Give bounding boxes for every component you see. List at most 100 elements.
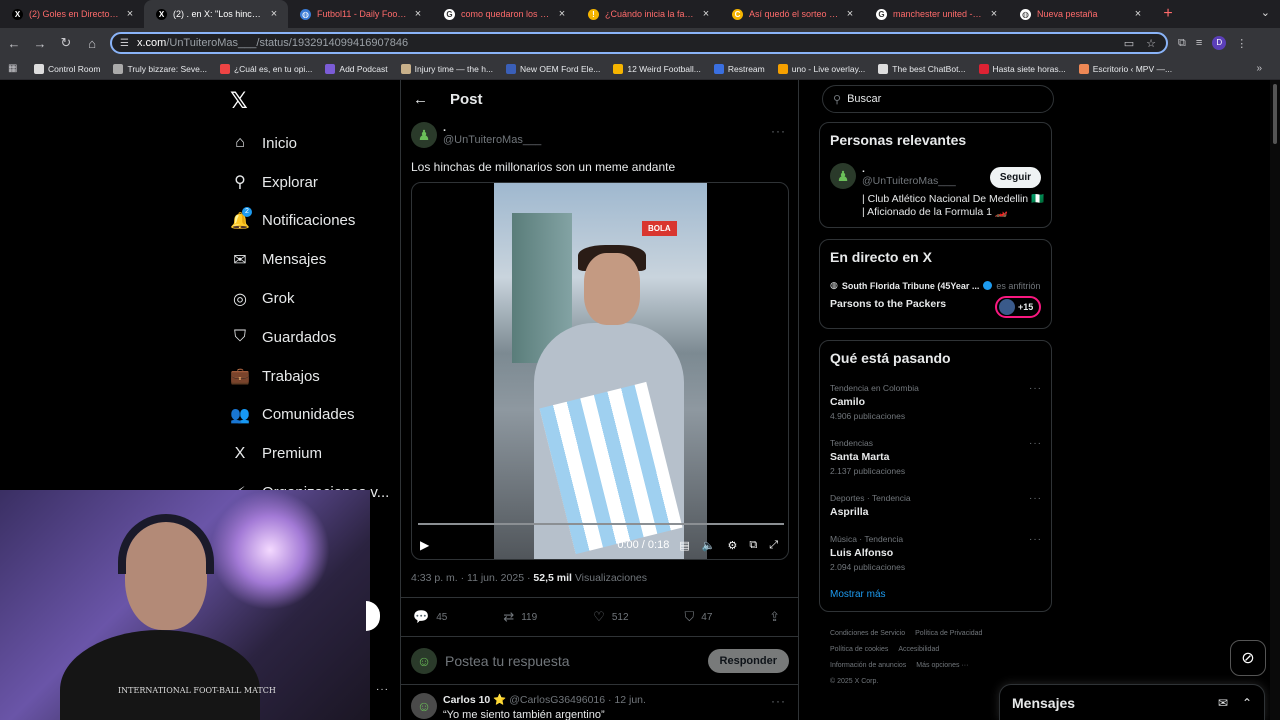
video-player[interactable]: BOLA ▶ 0:00 / 0:18 ▤ 🔈 ⚙ ⧉ ⤢ xyxy=(411,182,789,560)
reply-input[interactable]: Postea tu respuesta xyxy=(445,653,570,669)
footer-link[interactable]: Política de Privacidad xyxy=(915,630,982,637)
reply-author-name[interactable]: Carlos 10 ⭐ xyxy=(443,694,506,706)
reply-author-handle[interactable]: @CarlosG36496016 · 12 jun. xyxy=(509,694,646,706)
share-button[interactable]: ⇪ xyxy=(769,609,787,625)
settings-gear-icon[interactable]: ⚙ xyxy=(727,539,737,552)
bookmark-item[interactable]: New OEM Ford Ele... xyxy=(506,63,600,74)
floating-button[interactable] xyxy=(366,601,380,631)
grok-icon[interactable]: ⊘ xyxy=(1230,640,1266,676)
post-timestamp[interactable]: 4:33 p. m. · 11 jun. 2025 · xyxy=(411,572,533,584)
nav-item-jobs[interactable]: 💼 Trabajos xyxy=(230,357,389,396)
trend-item[interactable]: Deportes · Tendencia Asprilla ··· xyxy=(830,493,1042,518)
trend-more-icon[interactable]: ··· xyxy=(1029,493,1042,504)
footer-link[interactable]: Más opciones ··· xyxy=(916,662,968,669)
back-arrow-icon[interactable]: ← xyxy=(413,91,428,108)
bookmark-item[interactable]: Add Podcast xyxy=(325,63,388,74)
close-tab-icon[interactable]: × xyxy=(412,8,424,20)
bookmark-item[interactable]: 12 Weird Football... xyxy=(613,63,701,74)
bookmark-star-icon[interactable]: ☆ xyxy=(1146,37,1156,50)
browser-tab[interactable]: ! ¿Cuándo inicia la fase de... × xyxy=(576,0,720,28)
play-icon[interactable]: ▶ xyxy=(420,538,429,552)
apps-grid-icon[interactable]: ▦ xyxy=(8,63,20,74)
close-tab-icon[interactable]: × xyxy=(124,8,136,20)
author-handle[interactable]: @UnTuiteroMas___ xyxy=(443,134,541,146)
trend-item[interactable]: Tendencia en Colombia Camilo 4.906 publica… xyxy=(830,383,1042,421)
avatar[interactable]: ♟ xyxy=(830,163,856,189)
live-listeners-pill[interactable]: +15 xyxy=(995,296,1041,318)
menu-icon[interactable]: ⋮ xyxy=(1236,37,1247,50)
close-tab-icon[interactable]: × xyxy=(700,8,712,20)
avatar[interactable]: ☺ xyxy=(411,693,437,719)
media-icon[interactable]: ≡ xyxy=(1196,37,1202,49)
address-bar[interactable]: ☰ x.com/UnTuiteroMas___/status/193291409… xyxy=(110,32,1168,54)
post-author[interactable]: ♟ . @UnTuiteroMas___ xyxy=(411,122,541,148)
bookmark-item[interactable]: Control Room xyxy=(34,63,100,74)
profile-avatar[interactable]: D xyxy=(1212,36,1227,50)
footer-link[interactable]: Política de cookies xyxy=(830,646,888,653)
pip-icon[interactable]: ⧉ xyxy=(749,539,757,552)
nav-item-messages[interactable]: ✉ Mensajes xyxy=(230,240,389,279)
tab-search-icon[interactable]: ⌄ xyxy=(1261,6,1270,19)
show-more-link[interactable]: Mostrar más xyxy=(830,589,886,600)
forward-icon[interactable]: → xyxy=(28,31,52,55)
nav-item-bookmarks[interactable]: ⛉ Guardados xyxy=(230,318,389,357)
captions-icon[interactable]: ▤ xyxy=(679,539,689,552)
site-info-icon[interactable]: ☰ xyxy=(120,38,129,49)
nav-item-home[interactable]: ⌂ Inicio xyxy=(230,124,389,163)
browser-tab[interactable]: C Así quedó el sorteo de... × xyxy=(720,0,864,28)
nav-item-explore[interactable]: ⚲ Explorar xyxy=(230,163,389,202)
browser-tab[interactable]: ◍ Nueva pestaña × xyxy=(1008,0,1152,28)
reply-submit-button[interactable]: Responder xyxy=(707,648,789,673)
video-progress-bar[interactable] xyxy=(418,523,784,525)
account-more-icon[interactable]: ··· xyxy=(376,684,389,695)
bookmark-item[interactable]: ¿Cuál es, en tu opi... xyxy=(219,63,312,74)
browser-tab[interactable]: X (2) Goles en Directo (@y... × xyxy=(0,0,144,28)
search-input[interactable] xyxy=(847,93,1028,105)
reply-button[interactable]: 💬 45 xyxy=(413,609,447,625)
home-icon[interactable]: ⌂ xyxy=(80,31,104,55)
bookmark-button[interactable]: ⛉ 47 xyxy=(685,609,713,625)
close-tab-icon[interactable]: × xyxy=(988,8,1000,20)
trend-more-icon[interactable]: ··· xyxy=(1029,534,1042,545)
cast-icon[interactable]: ▭ xyxy=(1124,37,1134,50)
close-tab-icon[interactable]: × xyxy=(556,8,568,20)
trend-item[interactable]: Tendencias Santa Marta 2.137 publicaciones… xyxy=(830,438,1042,476)
repost-button[interactable]: ⇄ 119 xyxy=(503,609,537,625)
browser-tab[interactable]: X (2) . en X: "Los hinchas d... × xyxy=(144,0,288,28)
browser-tab[interactable]: Gmanchester united - Bus... × xyxy=(864,0,1008,28)
bookmark-item[interactable]: The best ChatBot... xyxy=(878,63,966,74)
nav-item-communities[interactable]: 👥 Comunidades xyxy=(230,396,389,435)
trend-item[interactable]: Música · Tendencia Luis Alfonso 2.094 publ… xyxy=(830,534,1042,572)
bookmark-item[interactable]: Truly bizzare: Seve... xyxy=(113,63,207,74)
footer-link[interactable]: Accesibilidad xyxy=(898,646,939,653)
scrollbar-thumb[interactable] xyxy=(1273,84,1277,144)
bookmark-item[interactable]: Hasta siete horas... xyxy=(978,63,1066,74)
fullscreen-icon[interactable]: ⤢ xyxy=(769,539,778,552)
reply-more-options-icon[interactable]: ··· xyxy=(771,694,786,708)
live-host[interactable]: ◍ South Florida Tribune (45Year ... es a… xyxy=(830,280,1042,291)
close-tab-icon[interactable]: × xyxy=(1132,8,1144,20)
new-tab-button[interactable]: + xyxy=(1158,5,1178,23)
follow-button[interactable]: Seguir xyxy=(989,167,1041,188)
avatar[interactable]: ♟ xyxy=(411,122,437,148)
back-icon[interactable]: ← xyxy=(2,31,26,55)
like-button[interactable]: ♡ 512 xyxy=(593,609,628,625)
nav-item-grok[interactable]: ◎ Grok xyxy=(230,279,389,318)
relevant-name[interactable]: . xyxy=(862,163,956,175)
more-options-icon[interactable]: ··· xyxy=(771,124,786,138)
relevant-handle[interactable]: @UnTuiteroMas___ xyxy=(862,175,956,187)
close-tab-icon[interactable]: × xyxy=(844,8,856,20)
footer-link[interactable]: Información de anuncios xyxy=(830,662,906,669)
trend-more-icon[interactable]: ··· xyxy=(1029,438,1042,449)
scrollbar[interactable] xyxy=(1270,80,1280,720)
new-message-icon[interactable]: ✉ xyxy=(1218,696,1228,710)
close-tab-icon[interactable]: × xyxy=(268,8,280,20)
x-logo-icon[interactable]: 𝕏 xyxy=(230,88,248,114)
reply-tweet[interactable]: ☺ Carlos 10 ⭐ @CarlosG36496016 · 12 jun.… xyxy=(401,685,799,720)
author-name[interactable]: . xyxy=(443,122,541,134)
expand-icon[interactable]: ⌃ xyxy=(1242,696,1252,710)
browser-tab[interactable]: Gcomo quedaron los grupo... × xyxy=(432,0,576,28)
bookmarks-overflow-icon[interactable]: » xyxy=(1256,63,1262,74)
search-box[interactable]: ⚲ xyxy=(822,85,1054,113)
trend-more-icon[interactable]: ··· xyxy=(1029,383,1042,394)
